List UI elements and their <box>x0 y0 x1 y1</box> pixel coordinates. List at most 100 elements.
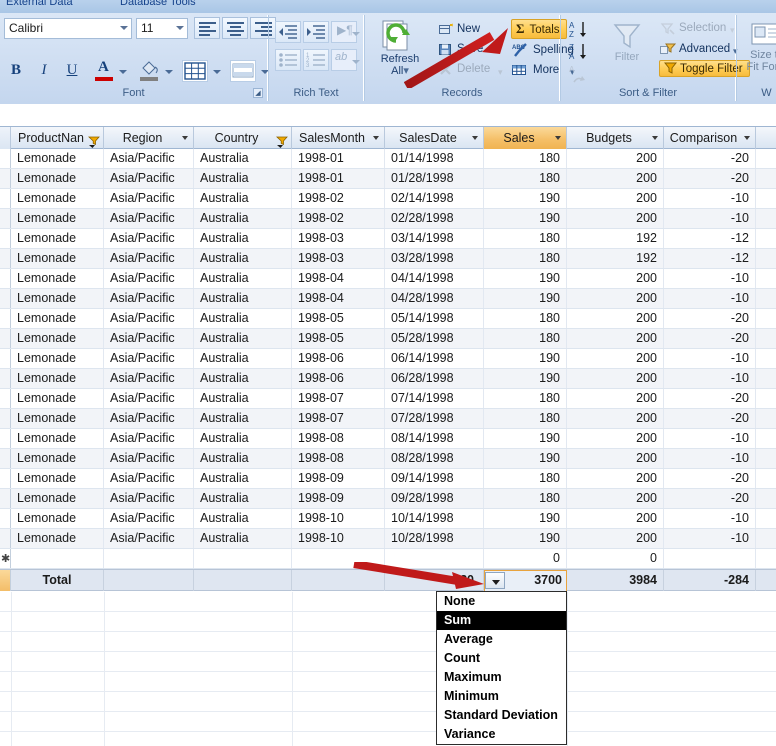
advanced-button[interactable]: Advanced ▾ <box>659 40 739 57</box>
column-header-salesmonth[interactable]: SalesMonth <box>292 127 385 149</box>
cell-comparison[interactable]: -12 <box>664 229 756 248</box>
font-color-button[interactable]: A <box>90 59 116 83</box>
cell-salesdate[interactable]: 07/28/1998 <box>385 409 484 428</box>
row-selector[interactable] <box>0 309 11 328</box>
cell-salesmonth[interactable]: 1998-05 <box>292 309 385 328</box>
row-selector[interactable] <box>0 429 11 448</box>
cell-budgets[interactable]: 200 <box>567 209 664 228</box>
increase-indent-button[interactable] <box>303 21 329 43</box>
cell-budgets[interactable]: 200 <box>567 269 664 288</box>
cell-comparison[interactable]: -10 <box>664 349 756 368</box>
cell-sales[interactable]: 190 <box>484 449 567 468</box>
cell-region[interactable]: Asia/Pacific <box>104 369 194 388</box>
cell-sales[interactable]: 190 <box>484 349 567 368</box>
cell-comparison[interactable]: -20 <box>664 169 756 188</box>
cell-country[interactable]: Australia <box>194 249 292 268</box>
cell-salesdate[interactable]: 04/28/1998 <box>385 289 484 308</box>
dropdown-item-sum[interactable]: Sum <box>437 611 566 630</box>
cell-region[interactable]: Asia/Pacific <box>104 429 194 448</box>
table-row[interactable]: Lemonade Asia/Pacific Australia 1998-06 06/1… <box>0 349 776 369</box>
fill-color-button[interactable] <box>136 59 162 83</box>
cell-product[interactable]: Lemonade <box>11 149 104 168</box>
total-blank-country[interactable] <box>194 570 292 591</box>
cell-comparison[interactable]: -12 <box>664 249 756 268</box>
filter-indicator-icon[interactable] <box>88 133 100 148</box>
chevron-down-icon[interactable] <box>744 136 750 140</box>
cell-region[interactable]: Asia/Pacific <box>104 409 194 428</box>
table-row[interactable]: Lemonade Asia/Pacific Australia 1998-03 03/1… <box>0 229 776 249</box>
cell-product[interactable]: Lemonade <box>11 429 104 448</box>
row-selector[interactable] <box>0 509 11 528</box>
cell-sales[interactable]: 190 <box>484 289 567 308</box>
chevron-down-icon[interactable] <box>652 136 658 140</box>
cell-sales[interactable]: 180 <box>484 469 567 488</box>
cell-country[interactable]: Australia <box>194 189 292 208</box>
cell-budgets[interactable]: 200 <box>567 189 664 208</box>
total-comparison-cell[interactable]: -284 <box>664 570 756 591</box>
new-cell-region[interactable] <box>104 549 194 568</box>
filter-button[interactable]: Filter <box>601 21 653 63</box>
table-row[interactable]: Lemonade Asia/Pacific Australia 1998-07 07/2… <box>0 409 776 429</box>
cell-comparison[interactable]: -20 <box>664 409 756 428</box>
cell-salesdate[interactable]: 04/14/1998 <box>385 269 484 288</box>
cell-region[interactable]: Asia/Pacific <box>104 389 194 408</box>
cell-product[interactable]: Lemonade <box>11 349 104 368</box>
cell-sales[interactable]: 180 <box>484 489 567 508</box>
clear-formatting-dropdown[interactable] <box>349 55 361 67</box>
table-row[interactable]: Lemonade Asia/Pacific Australia 1998-10 10/2… <box>0 529 776 549</box>
row-selector[interactable] <box>0 329 11 348</box>
cell-sales[interactable]: 190 <box>484 509 567 528</box>
cell-salesmonth[interactable]: 1998-10 <box>292 509 385 528</box>
bold-button[interactable]: B <box>4 59 28 83</box>
cell-product[interactable]: Lemonade <box>11 509 104 528</box>
cell-salesmonth[interactable]: 1998-03 <box>292 229 385 248</box>
column-header-region[interactable]: Region <box>104 127 194 149</box>
totals-dropdown-button[interactable] <box>485 572 505 589</box>
cell-comparison[interactable]: -10 <box>664 529 756 548</box>
cell-product[interactable]: Lemonade <box>11 269 104 288</box>
dropdown-item-standard-deviation[interactable]: Standard Deviation <box>437 706 566 725</box>
new-cell-sales[interactable]: 0 <box>484 549 567 568</box>
cell-budgets[interactable]: 200 <box>567 169 664 188</box>
cell-sales[interactable]: 180 <box>484 389 567 408</box>
cell-sales[interactable]: 190 <box>484 209 567 228</box>
sort-ascending-button[interactable]: A Z <box>567 19 593 39</box>
cell-salesdate[interactable]: 08/14/1998 <box>385 429 484 448</box>
table-row[interactable]: Lemonade Asia/Pacific Australia 1998-05 05/1… <box>0 309 776 329</box>
cell-budgets[interactable]: 200 <box>567 449 664 468</box>
row-selector[interactable] <box>0 409 11 428</box>
cell-sales[interactable]: 180 <box>484 309 567 328</box>
dropdown-item-minimum[interactable]: Minimum <box>437 687 566 706</box>
cell-comparison[interactable]: -20 <box>664 309 756 328</box>
new-cell-country[interactable] <box>194 549 292 568</box>
cell-region[interactable]: Asia/Pacific <box>104 509 194 528</box>
cell-budgets[interactable]: 200 <box>567 289 664 308</box>
cell-salesdate[interactable]: 06/28/1998 <box>385 369 484 388</box>
cell-salesmonth[interactable]: 1998-07 <box>292 409 385 428</box>
cell-region[interactable]: Asia/Pacific <box>104 249 194 268</box>
column-header-product[interactable]: ProductNan <box>11 127 104 149</box>
chevron-down-icon[interactable] <box>472 136 478 140</box>
cell-product[interactable]: Lemonade <box>11 409 104 428</box>
cell-product[interactable]: Lemonade <box>11 369 104 388</box>
cell-sales[interactable]: 180 <box>484 149 567 168</box>
table-row[interactable]: Lemonade Asia/Pacific Australia 1998-06 06/2… <box>0 369 776 389</box>
cell-budgets[interactable]: 200 <box>567 349 664 368</box>
cell-region[interactable]: Asia/Pacific <box>104 289 194 308</box>
row-selector[interactable] <box>0 169 11 188</box>
table-row[interactable]: Lemonade Asia/Pacific Australia 1998-05 05/2… <box>0 329 776 349</box>
row-selector[interactable] <box>0 189 11 208</box>
cell-salesdate[interactable]: 10/14/1998 <box>385 509 484 528</box>
cell-region[interactable]: Asia/Pacific <box>104 309 194 328</box>
cell-budgets[interactable]: 192 <box>567 249 664 268</box>
cell-product[interactable]: Lemonade <box>11 309 104 328</box>
table-row[interactable]: Lemonade Asia/Pacific Australia 1998-02 02/1… <box>0 189 776 209</box>
cell-product[interactable]: Lemonade <box>11 289 104 308</box>
cell-region[interactable]: Asia/Pacific <box>104 469 194 488</box>
cell-salesmonth[interactable]: 1998-01 <box>292 169 385 188</box>
cell-salesdate[interactable]: 02/28/1998 <box>385 209 484 228</box>
dropdown-item-average[interactable]: Average <box>437 630 566 649</box>
table-row[interactable]: Lemonade Asia/Pacific Australia 1998-01 01/2… <box>0 169 776 189</box>
cell-country[interactable]: Australia <box>194 369 292 388</box>
row-selector[interactable] <box>0 489 11 508</box>
